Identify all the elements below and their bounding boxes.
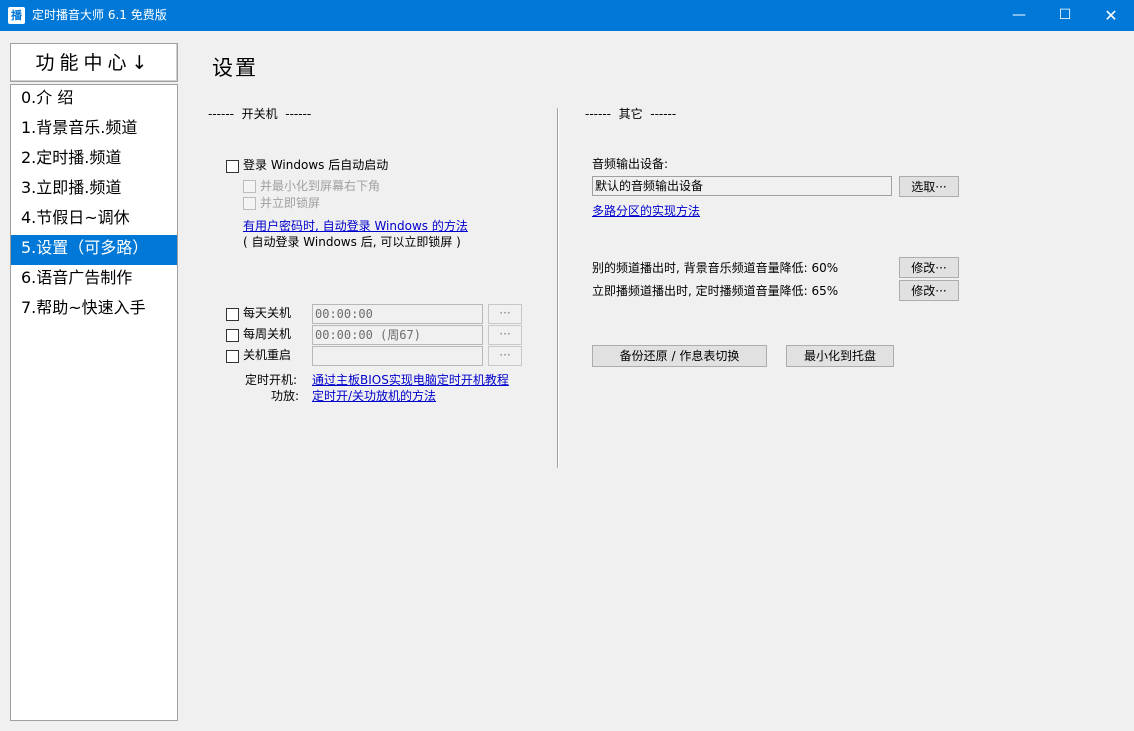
weekly-shutdown-more-button[interactable]: ···	[488, 325, 522, 345]
restart-label: 关机重启	[243, 348, 292, 362]
function-list[interactable]: 0.介 绍 1.背景音乐.频道 2.定时播.频道 3.立即播.频道 4.节假日~…	[10, 84, 178, 721]
lock-screen-label: 并立即锁屏	[260, 196, 321, 210]
close-icon: ✕	[1104, 6, 1118, 25]
weekly-shutdown-label: 每周关机	[243, 327, 292, 341]
sidebar-item-intro[interactable]: 0.介 绍	[11, 85, 177, 115]
lock-screen-checkbox[interactable]	[243, 197, 256, 210]
app-icon: 播	[8, 7, 25, 24]
maximize-button[interactable]: ☐	[1042, 0, 1088, 31]
other-group-label: ------ 其它 ------	[585, 107, 677, 121]
sidebar-item-help[interactable]: 7.帮助~快速入手	[11, 295, 177, 325]
minimize-to-tray-button[interactable]: 最小化到托盘	[786, 345, 894, 367]
daily-shutdown-label: 每天关机	[243, 306, 292, 320]
sidebar-item-voice-ads[interactable]: 6.语音广告制作	[11, 265, 177, 295]
daily-shutdown-more-button[interactable]: ···	[488, 304, 522, 324]
minimize-to-tray-label: 并最小化到屏幕右下角	[260, 179, 381, 193]
restart-time-field[interactable]	[312, 346, 483, 366]
function-center-button[interactable]: 功能中心↓	[10, 43, 178, 82]
modify-timed-volume-button[interactable]: 修改···	[899, 280, 959, 301]
multi-zone-link[interactable]: 多路分区的实现方法	[592, 204, 700, 219]
autologin-link[interactable]: 有用户密码时, 自动登录 Windows 的方法	[243, 219, 468, 234]
minimize-button[interactable]: —	[996, 0, 1042, 31]
autostart-label: 登录 Windows 后自动启动	[243, 158, 389, 172]
page-title: 设置	[212, 56, 258, 80]
modify-bg-volume-button[interactable]: 修改···	[899, 257, 959, 278]
sidebar-item-holidays[interactable]: 4.节假日~调休	[11, 205, 177, 235]
sidebar-item-instant-play[interactable]: 3.立即播.频道	[11, 175, 177, 205]
power-group-label: ------ 开关机 ------	[208, 107, 312, 121]
window-title: 定时播音大师 6.1 免费版	[32, 8, 167, 22]
minimize-icon: —	[1012, 7, 1026, 23]
autostart-checkbox[interactable]	[226, 160, 239, 173]
weekly-shutdown-time-field[interactable]: 00:00:00 (周67)	[312, 325, 483, 345]
maximize-icon: ☐	[1058, 7, 1072, 23]
sidebar-item-timed-play[interactable]: 2.定时播.频道	[11, 145, 177, 175]
amplifier-label: 功放:	[271, 389, 300, 403]
close-button[interactable]: ✕	[1088, 0, 1134, 31]
sidebar-item-background-music[interactable]: 1.背景音乐.频道	[11, 115, 177, 145]
amplifier-link[interactable]: 定时开/关功放机的方法	[312, 389, 436, 404]
title-bar: 播 定时播音大师 6.1 免费版 — ☐ ✕	[0, 0, 1134, 31]
select-device-button[interactable]: 选取···	[899, 176, 959, 197]
restart-checkbox[interactable]	[226, 350, 239, 363]
audio-device-field[interactable]: 默认的音频输出设备	[592, 176, 892, 196]
backup-restore-button[interactable]: 备份还原 / 作息表切换	[592, 345, 767, 367]
daily-shutdown-checkbox[interactable]	[226, 308, 239, 321]
weekly-shutdown-checkbox[interactable]	[226, 329, 239, 342]
autologin-note: ( 自动登录 Windows 后, 可以立即锁屏 )	[243, 235, 461, 249]
minimize-to-tray-checkbox[interactable]	[243, 180, 256, 193]
daily-shutdown-time-field[interactable]: 00:00:00	[312, 304, 483, 324]
audio-device-label: 音频输出设备:	[592, 157, 669, 171]
timed-volume-reduce-text: 立即播频道播出时, 定时播频道音量降低: 65%	[592, 284, 839, 298]
bios-power-on-link[interactable]: 通过主板BIOS实现电脑定时开机教程	[312, 373, 509, 388]
timed-power-on-label: 定时开机:	[245, 373, 298, 387]
bg-volume-reduce-text: 别的频道播出时, 背景音乐频道音量降低: 60%	[592, 261, 839, 275]
section-divider	[557, 108, 558, 468]
sidebar-item-settings[interactable]: 5.设置（可多路）	[11, 235, 177, 265]
restart-more-button[interactable]: ···	[488, 346, 522, 366]
